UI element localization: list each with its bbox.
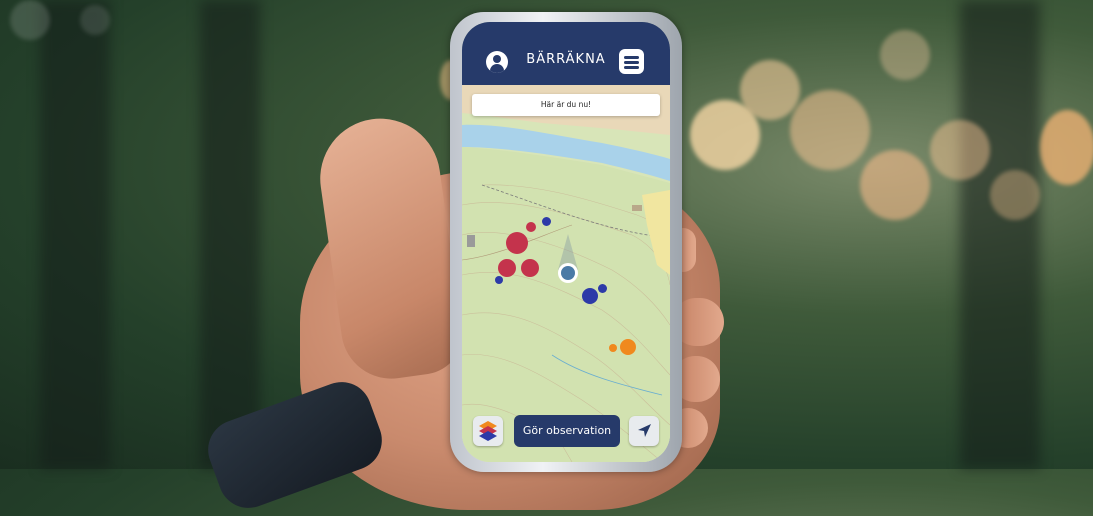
hamburger-menu-icon[interactable] (619, 49, 644, 74)
observation-marker[interactable] (521, 259, 539, 277)
observation-marker[interactable] (498, 259, 516, 277)
user-location-marker (558, 234, 578, 283)
app-header: BÄRRÄKNA (462, 22, 670, 85)
observation-marker[interactable] (620, 339, 636, 355)
layers-icon[interactable] (473, 416, 503, 446)
observation-marker[interactable] (526, 222, 536, 232)
user-icon[interactable] (486, 51, 508, 73)
observation-marker[interactable] (506, 232, 528, 254)
phone-screen: BÄRRÄKNA Här är du nu! Gör observation (462, 22, 670, 462)
app-title: BÄRRÄKNA (526, 52, 606, 67)
location-banner: Här är du nu! (472, 94, 660, 116)
observation-marker[interactable] (542, 217, 551, 226)
observation-marker[interactable] (609, 344, 617, 352)
make-observation-button[interactable]: Gör observation (514, 415, 620, 447)
bottom-toolbar: Gör observation (462, 414, 670, 462)
location-arrow-icon[interactable] (629, 416, 659, 446)
observation-marker[interactable] (598, 284, 607, 293)
observation-marker[interactable] (582, 288, 598, 304)
observation-marker[interactable] (495, 276, 503, 284)
